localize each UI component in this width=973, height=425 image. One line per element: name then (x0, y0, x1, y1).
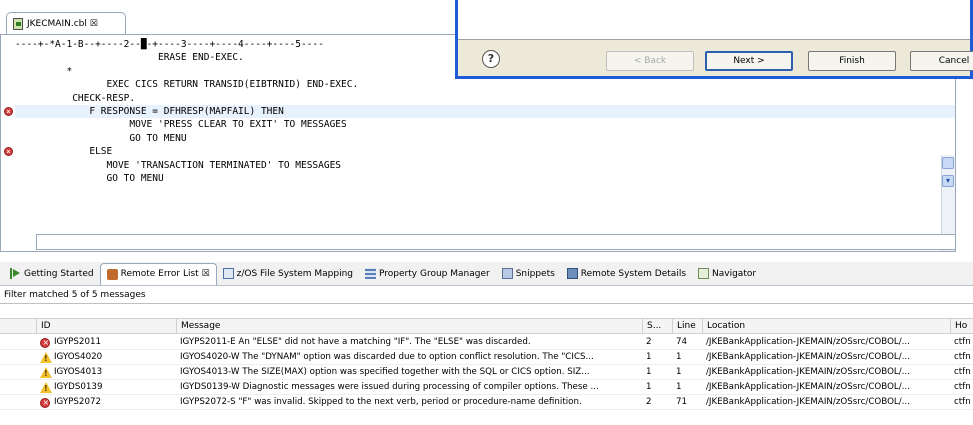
back-button[interactable]: < Back (606, 51, 694, 71)
finish-button[interactable]: Finish (808, 51, 896, 71)
scroll-thumb[interactable] (942, 157, 954, 169)
view-tab-remote-system[interactable]: Remote System Details (561, 263, 692, 285)
view-tab-label: Getting Started (24, 268, 94, 279)
file-mapping-icon (222, 268, 234, 279)
cobol-file-icon (13, 17, 23, 30)
cell-line: 1 (676, 382, 682, 392)
col-header-severity[interactable]: S... (642, 319, 672, 334)
navigator-icon (698, 268, 710, 279)
col-header-location[interactable]: Location (702, 319, 950, 334)
wizard-dialog: ? < Back Next > Finish Cancel (455, 0, 973, 79)
table-row[interactable]: IGYPS2011 IGYPS2011-E An "ELSE" did not h… (0, 335, 973, 350)
cell-line: 74 (676, 337, 688, 347)
cell-location: /JKEBankApplication-JKEMAIN/zOSsrc/COBOL… (706, 337, 910, 347)
cell-location: /JKEBankApplication-JKEMAIN/zOSsrc/COBOL… (706, 352, 910, 362)
cell-message: IGYDS0139-W Diagnostic messages were iss… (180, 382, 599, 392)
cell-message: IGYOS4013-W The SIZE(MAX) option was spe… (180, 367, 590, 377)
view-tab-label: z/OS File System Mapping (236, 268, 354, 279)
cell-s: 1 (646, 352, 652, 362)
cell-host: ctfn (954, 352, 971, 362)
view-tab-property-group[interactable]: Property Group Manager (359, 263, 496, 285)
code-line[interactable]: CHECK-RESP. (15, 92, 955, 105)
help-icon[interactable]: ? (482, 50, 500, 68)
cell-message: IGYOS4020-W The "DYNAM" option was disca… (180, 352, 594, 362)
remote-system-icon (566, 268, 578, 279)
next-button[interactable]: Next > (705, 51, 793, 71)
cell-id: IGYDS0139 (54, 382, 103, 392)
col-header-line[interactable]: Line (672, 319, 702, 334)
cancel-button[interactable]: Cancel (910, 51, 973, 71)
snippets-icon (501, 268, 513, 279)
error-marker-icon[interactable] (4, 106, 13, 116)
cell-host: ctfn (954, 367, 971, 377)
table-row[interactable]: IGYOS4013 IGYOS4013-W The SIZE(MAX) optio… (0, 365, 973, 380)
wizard-content-area (458, 0, 970, 40)
view-tab-label: Navigator (712, 268, 757, 279)
cell-s: 2 (646, 397, 652, 407)
cell-host: ctfn (954, 382, 971, 392)
remote-error-list-icon (106, 268, 118, 280)
cell-s: 2 (646, 337, 652, 347)
cell-message: IGYPS2011-E An "ELSE" did not have a mat… (180, 337, 531, 347)
error-icon (40, 398, 50, 408)
editor-sequence-line[interactable] (36, 234, 956, 250)
table-header: ID Message S... Line Location Ho (0, 318, 973, 334)
cell-message: IGYPS2072-S "F" was invalid. Skipped to … (180, 397, 582, 407)
view-tab-file-mapping[interactable]: z/OS File System Mapping (217, 263, 359, 285)
code-line[interactable]: MOVE 'PRESS CLEAR TO EXIT' TO MESSAGES (15, 118, 955, 131)
cell-host: ctfn (954, 337, 971, 347)
col-header-host[interactable]: Ho (950, 319, 973, 334)
cell-id: IGYOS4013 (54, 367, 103, 377)
scroll-down-icon[interactable]: ▾ (942, 175, 954, 187)
remote-error-table[interactable]: ID Message S... Line Location Ho IGYPS20… (0, 303, 973, 425)
cell-line: 1 (676, 352, 682, 362)
cell-s: 1 (646, 382, 652, 392)
cell-line: 71 (676, 397, 688, 407)
code-line[interactable]: GO TO MENU (15, 132, 955, 145)
play-icon (10, 268, 21, 279)
code-line[interactable]: GO TO MENU (15, 172, 955, 185)
table-row[interactable]: IGYPS2072 IGYPS2072-S "F" was invalid. Sk… (0, 395, 973, 410)
cell-host: ctfn (954, 397, 971, 407)
view-tab-navigator[interactable]: Navigator (692, 263, 762, 285)
cell-id: IGYOS4020 (54, 352, 103, 362)
view-tab-label: Snippets (515, 268, 555, 279)
cell-s: 1 (646, 367, 652, 377)
view-tab-label: Remote Error List ☒ (120, 269, 210, 279)
cell-location: /JKEBankApplication-JKEMAIN/zOSsrc/COBOL… (706, 397, 910, 407)
filter-status: Filter matched 5 of 5 messages (4, 290, 146, 300)
col-header-id[interactable]: ID (36, 319, 176, 334)
view-tab-snippets[interactable]: Snippets (496, 263, 561, 285)
code-line[interactable]: ELSE (4, 145, 955, 158)
code-line[interactable]: MOVE 'TRANSACTION TERMINATED' TO MESSAGE… (15, 159, 955, 172)
view-tab-remote-error-list[interactable]: Remote Error List ☒ (99, 262, 217, 285)
editor-gutter (1, 35, 15, 251)
view-tab-label: Remote System Details (580, 268, 687, 279)
table-row[interactable]: IGYDS0139 IGYDS0139-W Diagnostic messages… (0, 380, 973, 395)
view-tab-play[interactable]: Getting Started (4, 263, 100, 285)
property-group-icon (365, 268, 377, 279)
cell-line: 1 (676, 367, 682, 377)
table-row[interactable]: IGYOS4020 IGYOS4020-W The "DYNAM" option … (0, 350, 973, 365)
cell-location: /JKEBankApplication-JKEMAIN/zOSsrc/COBOL… (706, 367, 910, 377)
view-tab-label: Property Group Manager (379, 268, 490, 279)
col-header-message[interactable]: Message (176, 319, 642, 334)
cell-id: IGYPS2011 (54, 337, 102, 347)
code-line[interactable]: F RESPONSE = DFHRESP(MAPFAIL) THEN (4, 104, 955, 119)
editor-tab-jkecmain[interactable]: JKECMAIN.cbl ☒ (6, 12, 126, 34)
cell-id: IGYPS2072 (54, 397, 102, 407)
code-line[interactable]: EXEC CICS RETURN TRANSID(EIBTRNID) END-E… (15, 78, 955, 91)
editor-tab-label: JKECMAIN.cbl ☒ (27, 18, 98, 29)
views-tab-bar: Getting Started Remote Error List ☒ z/OS F… (0, 262, 973, 286)
error-icon (40, 338, 50, 348)
cell-location: /JKEBankApplication-JKEMAIN/zOSsrc/COBOL… (706, 382, 910, 392)
